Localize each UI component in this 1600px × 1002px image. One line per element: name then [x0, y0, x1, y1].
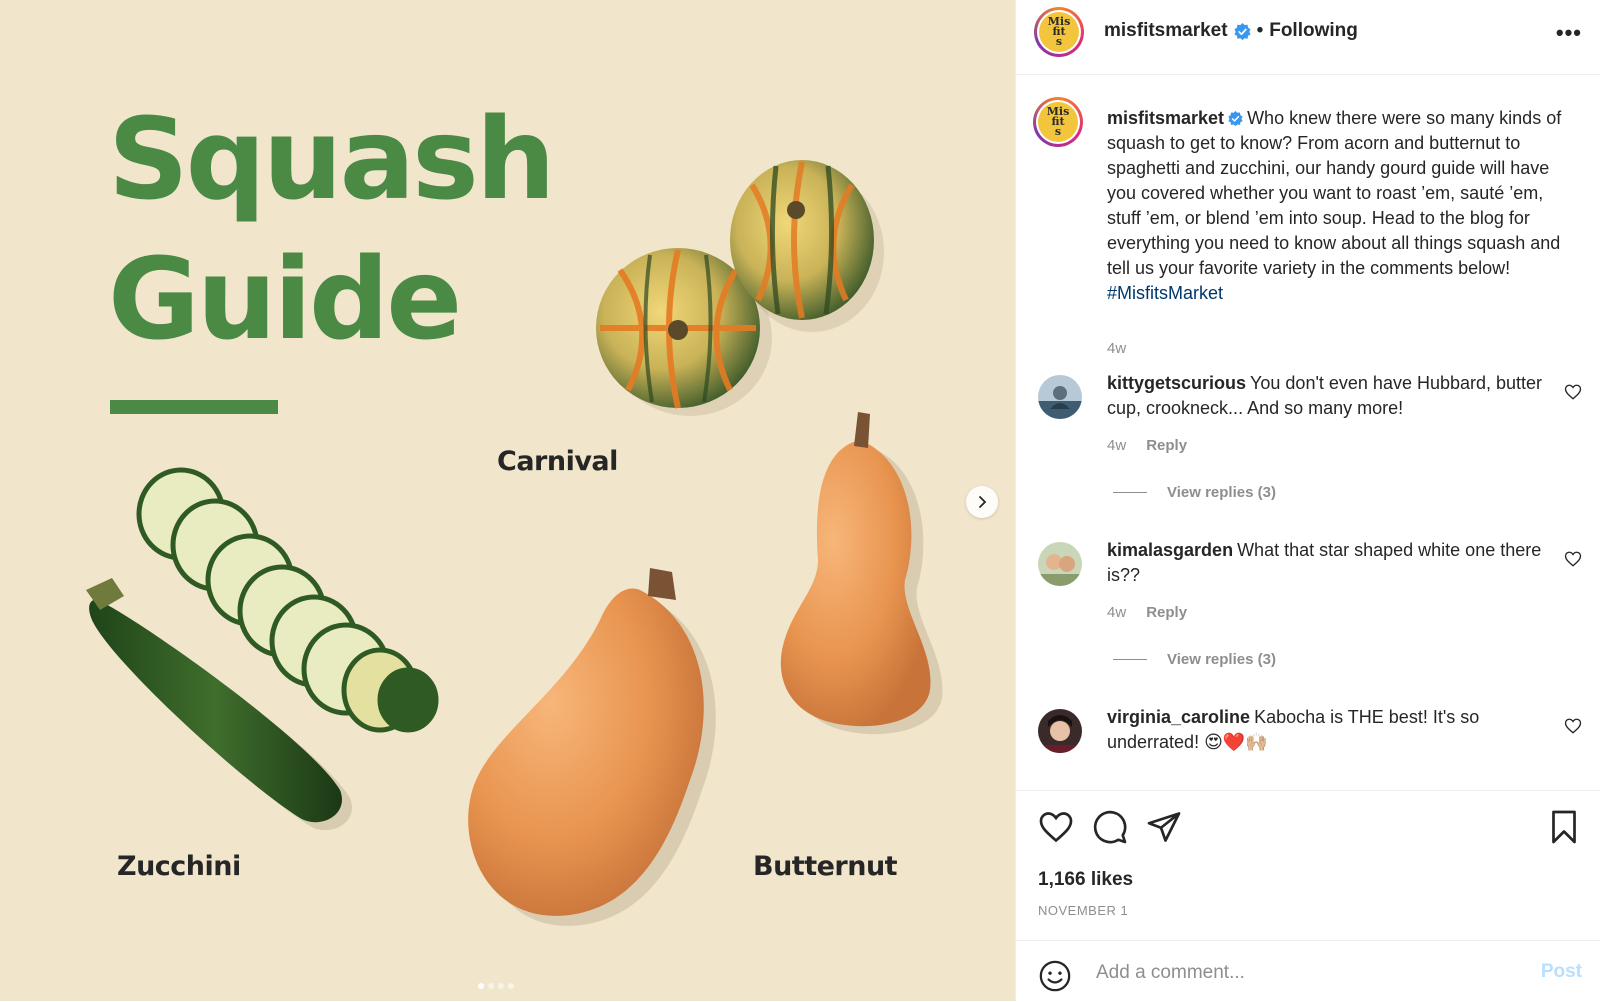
comments-list: Mis fit s misfitsmarket Who knew there were… [1016, 75, 1600, 790]
share-icon[interactable] [1146, 809, 1182, 845]
heart-icon[interactable] [1038, 809, 1074, 845]
brand-logo: Mis fit s [1039, 12, 1079, 52]
like-count[interactable]: 1,166 likes [1038, 869, 1133, 891]
avatar[interactable]: Mis fit s [1033, 97, 1083, 147]
title-underline [110, 400, 278, 414]
brand-logo: Mis fit s [1038, 102, 1078, 142]
following-button[interactable]: Following [1269, 20, 1358, 42]
header-user-row: misfitsmarket • Following [1104, 20, 1358, 42]
next-slide-button[interactable] [966, 486, 998, 518]
butternut-squash-2 [780, 412, 943, 735]
post-image[interactable]: Squash Guide Carnival Zucchini Butternut [0, 0, 1015, 1001]
label-zucchini: Zucchini [117, 851, 241, 882]
reply-button[interactable]: Reply [1146, 437, 1187, 454]
comment-username[interactable]: virginia_caroline [1107, 707, 1250, 727]
comment-body: virginia_caroline Kabocha is THE best! It… [1107, 705, 1567, 755]
comment-meta: 4w Reply [1107, 604, 1187, 621]
user-photo [1038, 709, 1082, 753]
view-replies-button[interactable]: View replies (3) [1113, 484, 1276, 501]
bookmark-icon[interactable] [1546, 809, 1582, 845]
heart-outline-icon[interactable] [1564, 550, 1582, 568]
comment-body: kimalasgarden What that star shaped white… [1107, 538, 1567, 588]
verified-badge-icon [1233, 22, 1251, 40]
post-comment-button[interactable]: Post [1541, 961, 1582, 983]
emoji-icon[interactable] [1038, 959, 1072, 993]
avatar[interactable]: Mis fit s [1034, 7, 1084, 57]
comment-input[interactable] [1094, 955, 1518, 991]
comment-username[interactable]: kimalasgarden [1107, 540, 1233, 560]
label-butternut: Butternut [753, 851, 898, 882]
post-sidebar: Mis fit s misfitsmarket • Following ••• Mi… [1015, 0, 1600, 1001]
avatar[interactable] [1038, 542, 1082, 586]
title-squash: Squash [108, 95, 556, 225]
post-date[interactable]: NOVEMBER 1 [1038, 903, 1128, 918]
comment-icon[interactable] [1092, 809, 1128, 845]
caption-time[interactable]: 4w [1107, 340, 1126, 357]
more-horizontal-icon[interactable]: ••• [1556, 20, 1582, 46]
carousel-dot [478, 983, 484, 989]
view-replies-label: View replies (3) [1167, 651, 1276, 668]
avatar[interactable] [1038, 709, 1082, 753]
comment-time[interactable]: 4w [1107, 437, 1126, 454]
divider-line [1113, 492, 1147, 493]
comment-body: kittygetscurious You don't even have Hubb… [1107, 371, 1567, 421]
butternut-squash-1 [468, 568, 716, 926]
comment-time[interactable]: 4w [1107, 604, 1126, 621]
header-username[interactable]: misfitsmarket [1104, 20, 1228, 42]
header-separator: • [1256, 20, 1264, 41]
view-replies-button[interactable]: View replies (3) [1113, 651, 1276, 668]
caption-text: Who knew there were so many kinds of squ… [1107, 108, 1562, 278]
carousel-dot [488, 983, 494, 989]
label-carnival: Carnival [497, 446, 618, 477]
user-photo [1038, 375, 1082, 419]
divider-line [1113, 659, 1147, 660]
comment-meta: 4w Reply [1107, 437, 1187, 454]
view-replies-label: View replies (3) [1167, 484, 1276, 501]
user-photo [1038, 542, 1082, 586]
carousel-dot [508, 983, 514, 989]
comment-username[interactable]: kittygetscurious [1107, 373, 1246, 393]
carousel-dot [498, 983, 504, 989]
hashtag-link[interactable]: #MisfitsMarket [1107, 283, 1223, 303]
verified-badge-icon [1228, 111, 1243, 126]
post-actions: 1,166 likes NOVEMBER 1 [1016, 790, 1600, 926]
comment-bar: Post [1016, 940, 1600, 1002]
caption-body: misfitsmarket Who knew there were so many… [1107, 106, 1567, 306]
caption-username[interactable]: misfitsmarket [1107, 108, 1224, 128]
chevron-right-icon [979, 496, 987, 508]
avatar[interactable] [1038, 375, 1082, 419]
heart-outline-icon[interactable] [1564, 717, 1582, 735]
caption-meta: 4w [1107, 340, 1126, 357]
reply-button[interactable]: Reply [1146, 604, 1187, 621]
title-guide: Guide [108, 235, 462, 365]
carousel-indicator [478, 983, 514, 989]
post-header: Mis fit s misfitsmarket • Following ••• [1016, 0, 1600, 75]
heart-outline-icon[interactable] [1564, 383, 1582, 401]
